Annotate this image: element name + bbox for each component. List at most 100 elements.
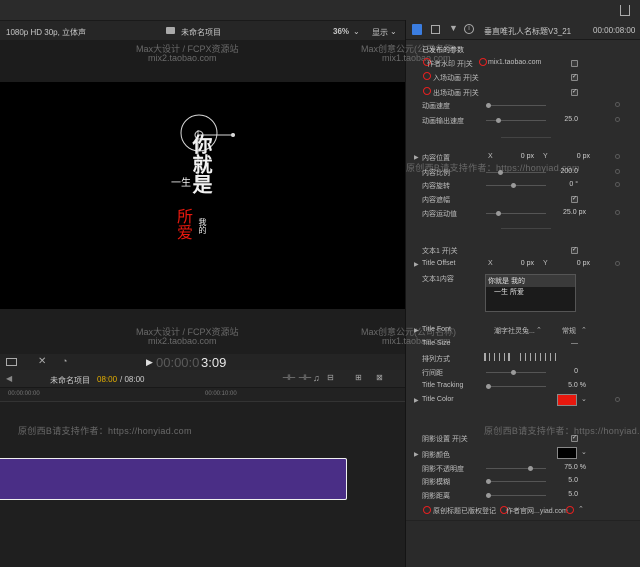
justify-full-icon[interactable] <box>550 353 556 361</box>
title-color-swatch[interactable] <box>557 394 577 406</box>
chevron-down-icon[interactable]: ⌄ <box>390 27 397 36</box>
keyframe-button[interactable] <box>615 261 620 266</box>
content-mask-checkbox[interactable]: ✓ <box>571 196 578 203</box>
shadow-color-swatch[interactable] <box>557 447 577 459</box>
keyframe-button[interactable] <box>615 102 620 107</box>
clip-appearance-icon[interactable]: ⊞ <box>355 373 362 382</box>
y-label: Y <box>543 153 548 160</box>
text1-checkbox[interactable]: ✓ <box>571 247 578 254</box>
param-value[interactable]: 0 <box>546 368 578 375</box>
animation-out-speed-slider[interactable] <box>486 118 546 123</box>
align-right-icon[interactable] <box>504 353 510 361</box>
justify-right-icon[interactable] <box>540 353 546 361</box>
filter-icon[interactable]: ▼ <box>449 23 458 33</box>
view-options-icon[interactable] <box>6 358 17 366</box>
video-inspector-icon[interactable] <box>431 25 440 34</box>
content-motion-slider[interactable] <box>486 211 546 216</box>
param-value[interactable]: 200.0 <box>546 168 578 175</box>
param-value[interactable]: 5.0 <box>546 491 578 498</box>
justify-icon[interactable] <box>520 353 526 361</box>
annotation-ring <box>423 87 431 95</box>
display-menu[interactable]: 显示 <box>372 27 388 38</box>
zoom-menu[interactable]: 36% <box>333 27 349 36</box>
chevron-down-icon[interactable]: ⌃ <box>581 326 587 334</box>
content-rotation-slider[interactable] <box>486 183 546 188</box>
param-value[interactable]: 5.0 <box>546 477 578 484</box>
align-left-icon[interactable] <box>484 353 490 361</box>
text-content-line-2: 一生 所爱 <box>494 289 524 296</box>
keyframe-button[interactable] <box>615 210 620 215</box>
shadow-blur-slider[interactable] <box>486 479 546 484</box>
watermark-checkbox[interactable] <box>571 60 578 67</box>
param-value[interactable]: 25.0 <box>546 116 578 123</box>
param-value[interactable]: 75.0 % <box>546 464 586 471</box>
headphones-icon[interactable]: ♫ <box>313 373 320 383</box>
keyframe-button[interactable] <box>615 182 620 187</box>
disclosure-triangle[interactable]: ▶ <box>414 261 419 268</box>
chevron-down-icon[interactable]: ⌃ <box>578 505 584 513</box>
chevron-down-icon[interactable]: ⌃ <box>536 326 542 334</box>
inspector-tabs: ▼ i 垂直唯孔人名标题V3_21 00:00:08:00 <box>406 20 640 40</box>
intro-animation-checkbox[interactable]: ✓ <box>571 74 578 81</box>
animation-speed-slider[interactable] <box>486 103 546 108</box>
y-value[interactable]: 0 px <box>560 260 590 267</box>
skimming-icon[interactable]: ⊣⊢ <box>298 373 312 382</box>
info-icon[interactable]: i <box>464 24 474 34</box>
tracking-slider[interactable] <box>486 384 546 389</box>
title-clip[interactable] <box>0 458 347 500</box>
share-icon[interactable] <box>620 5 630 16</box>
param-label: 文本1内容 <box>422 276 454 283</box>
content-scale-slider[interactable] <box>486 170 546 175</box>
y-value[interactable]: 0 px <box>560 153 590 160</box>
timeline-header: ◀ 未命名项目 08:00 / 08:00 ⊣⊢ ⊣⊢ ♫ ⊟ ⊞ ⊠ <box>0 370 405 388</box>
param-value[interactable]: 25.0 px <box>546 209 586 216</box>
chevron-down-icon[interactable]: ⌄ <box>581 448 587 456</box>
watermark-text: mix2.taobao.com <box>148 336 217 346</box>
line-spacing-slider[interactable] <box>486 370 546 375</box>
watermark-text: 原创西B请支持作者：https://honyiad.com <box>484 426 640 436</box>
title-small: 我的 <box>198 218 207 234</box>
zoom-to-fit-icon[interactable]: ⊠ <box>376 373 383 382</box>
font-family-menu[interactable]: 潮字社灵兔... <box>494 326 535 336</box>
title-inspector-tab[interactable] <box>412 24 422 35</box>
keyframe-button[interactable] <box>615 169 620 174</box>
font-style-menu[interactable]: 常规 <box>562 326 576 336</box>
text-content-field[interactable]: 你就是 我的 一生 所爱 <box>485 274 576 312</box>
viewer-canvas[interactable]: 你就是 一生 所爱 我的 <box>0 82 405 309</box>
speed-icon[interactable]: ◔ <box>62 356 67 366</box>
shadow-opacity-slider[interactable] <box>486 466 546 471</box>
chevron-down-icon[interactable]: ⌄ <box>353 27 360 36</box>
x-value[interactable]: 0 px <box>506 153 534 160</box>
keyframe-button[interactable] <box>615 117 620 122</box>
shadow-distance-slider[interactable] <box>486 493 546 498</box>
disclosure-triangle[interactable]: ▶ <box>414 154 419 161</box>
shadow-checkbox[interactable]: ✓ <box>571 435 578 442</box>
chevron-down-icon[interactable]: ⌄ <box>581 395 587 403</box>
snap-icon[interactable]: ⊟ <box>327 373 334 382</box>
x-value[interactable]: 0 px <box>506 260 534 267</box>
param-label: 作者水印 开|关 <box>427 61 473 68</box>
param-label: 阴影模糊 <box>422 479 450 486</box>
disclosure-triangle[interactable]: ▶ <box>414 327 419 334</box>
alignment-buttons[interactable] <box>484 353 584 362</box>
param-value[interactable]: 5.0 % <box>546 382 586 389</box>
param-label: 内容运动值 <box>422 211 457 218</box>
timeline-ruler[interactable]: 00:00:00:00 00:00:10:00 <box>0 388 405 402</box>
play-icon[interactable]: ▶ <box>146 357 153 368</box>
keyframe-button[interactable] <box>615 154 620 159</box>
inspector-duration: 00:00:08:00 <box>593 26 636 35</box>
outro-animation-checkbox[interactable]: ✓ <box>571 89 578 96</box>
keyframe-button[interactable] <box>615 397 620 402</box>
audio-skimming-icon[interactable]: ⊣⊢ <box>282 373 296 382</box>
param-value[interactable]: — <box>556 340 578 347</box>
param-value[interactable]: 0 ° <box>546 181 578 188</box>
back-icon[interactable]: ◀ <box>6 374 12 383</box>
project-title: 未命名项目 <box>181 28 221 37</box>
disclosure-triangle[interactable]: ▶ <box>414 451 419 458</box>
param-label: 内容比例 <box>422 170 450 177</box>
param-extra[interactable]: 作者官网...yiad.com <box>506 506 568 516</box>
transform-icon[interactable]: ✕ <box>38 356 46 367</box>
align-center-icon[interactable] <box>494 353 500 361</box>
disclosure-triangle[interactable]: ▶ <box>414 397 419 404</box>
justify-center-icon[interactable] <box>530 353 536 361</box>
